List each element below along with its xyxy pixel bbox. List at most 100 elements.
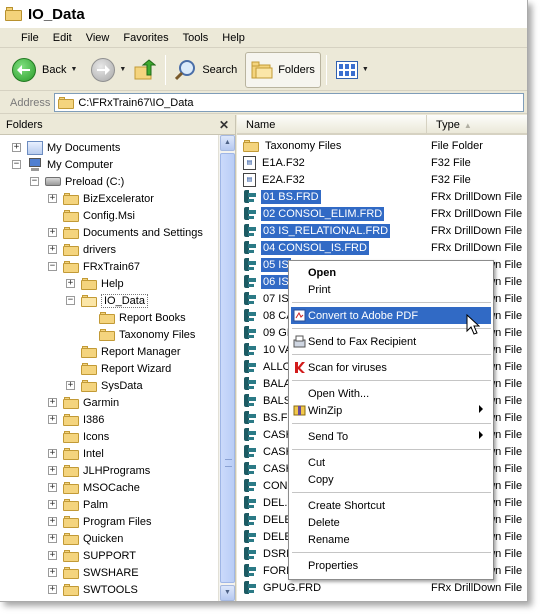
folder-tree-item[interactable]: Report Books	[84, 309, 186, 326]
column-type-header[interactable]: Type ▲	[427, 115, 527, 135]
folder-tree-item[interactable]: Report Wizard	[66, 360, 171, 377]
address-field[interactable]: C:\FRxTrain67\IO_Data	[54, 93, 524, 112]
menu-file[interactable]: File	[14, 29, 46, 47]
folder-tree-item[interactable]: + Program Files	[48, 513, 151, 530]
folder-tree-item[interactable]: − FRxTrain67	[48, 258, 140, 275]
folder-tree-label: Intel	[83, 447, 104, 460]
menu-item-label: Scan for viruses	[308, 361, 387, 374]
file-row[interactable]: 01 BS.FRD FRx DrillDown File	[237, 188, 527, 205]
folder-tree-item[interactable]: + SUPPORT	[48, 547, 136, 564]
folder-tree-item[interactable]: + Documents and Settings	[48, 224, 203, 241]
column-name-header[interactable]: Name	[237, 115, 427, 135]
expand-icon[interactable]: +	[48, 517, 57, 526]
folder-tree-item[interactable]: − IO_Data	[66, 292, 148, 309]
expand-icon[interactable]: +	[48, 449, 57, 458]
folder-tree-item[interactable]: + Quicken	[48, 530, 123, 547]
expand-icon[interactable]: +	[48, 245, 57, 254]
menu-item-send-to[interactable]: Send To	[291, 428, 491, 445]
folder-tree-item[interactable]: Report Manager	[66, 343, 181, 360]
folder-tree-item[interactable]: + Help	[66, 275, 124, 292]
chevron-down-icon[interactable]: ▼	[362, 66, 369, 73]
collapse-icon[interactable]: −	[12, 160, 21, 169]
expand-icon[interactable]: +	[48, 551, 57, 560]
menu-view[interactable]: View	[79, 29, 117, 47]
expand-icon[interactable]: +	[66, 381, 75, 390]
expand-icon[interactable]: +	[48, 568, 57, 577]
file-type: FRx DrillDown File	[431, 224, 523, 237]
up-folder-button[interactable]	[130, 52, 160, 88]
expand-icon[interactable]: +	[48, 398, 57, 407]
menu-item-convert-to-adobe-pdf[interactable]: Convert to Adobe PDF	[291, 307, 491, 324]
expand-icon[interactable]: +	[48, 194, 57, 203]
views-icon	[335, 60, 358, 79]
folder-tree-item[interactable]: + Garmin	[48, 394, 119, 411]
folder-tree-item[interactable]: − Preload (C:)	[30, 173, 124, 190]
expand-icon[interactable]: +	[48, 483, 57, 492]
folder-tree-scrollbar[interactable]: ▲ ▼	[218, 135, 235, 601]
collapse-icon[interactable]: −	[66, 296, 75, 305]
menu-item-open[interactable]: Open	[291, 264, 491, 281]
views-button[interactable]: ▼	[332, 52, 373, 88]
scroll-thumb[interactable]	[220, 153, 235, 583]
folder-tree-item[interactable]: + My Documents	[12, 139, 120, 156]
folder-tree-item[interactable]: + SWSHARE	[48, 564, 139, 581]
folder-tree-item[interactable]: + I386	[48, 411, 104, 428]
menu-item-delete[interactable]: Delete	[291, 514, 491, 531]
file-row[interactable]: 02 CONSOL_ELIM.FRD FRx DrillDown File	[237, 205, 527, 222]
expand-icon[interactable]: +	[48, 228, 57, 237]
menu-tools[interactable]: Tools	[176, 29, 216, 47]
menu-edit[interactable]: Edit	[46, 29, 79, 47]
expand-icon[interactable]: +	[66, 279, 75, 288]
chevron-down-icon[interactable]: ▼	[70, 66, 77, 73]
collapse-icon[interactable]: −	[48, 262, 57, 271]
chevron-down-icon[interactable]: ▼	[119, 66, 126, 73]
folder-tree-item[interactable]: + Palm	[48, 496, 108, 513]
folder-tree-item[interactable]: + SWTOOLS	[48, 581, 138, 598]
menu-item-winzip[interactable]: WinZip	[291, 402, 491, 419]
menu-item-cut[interactable]: Cut	[291, 454, 491, 471]
column-header: Name Type ▲	[237, 115, 527, 135]
folder-tree-item[interactable]: + MSOCache	[48, 479, 140, 496]
file-row[interactable]: Taxonomy Files File Folder	[237, 137, 527, 154]
folder-tree-item[interactable]: + BizExcelerator	[48, 190, 154, 207]
menu-item-scan-for-viruses[interactable]: Scan for viruses	[291, 359, 491, 376]
menu-help[interactable]: Help	[215, 29, 252, 47]
folder-tree-item[interactable]: Config.Msi	[48, 207, 135, 224]
file-row[interactable]: 03 IS_RELATIONAL.FRD FRx DrillDown File	[237, 222, 527, 239]
folder-tree-item[interactable]: + JLHPrograms	[48, 462, 150, 479]
menu-favorites[interactable]: Favorites	[116, 29, 175, 47]
menu-item-print[interactable]: Print	[291, 281, 491, 298]
expand-icon[interactable]: +	[48, 585, 57, 594]
scroll-down-icon[interactable]: ▼	[220, 585, 235, 601]
folders-button[interactable]: Folders	[245, 51, 321, 88]
forward-button[interactable]: ▼	[87, 52, 130, 88]
close-icon[interactable]: ✕	[219, 118, 229, 132]
menu-item-send-to-fax-recipient[interactable]: Send to Fax Recipient	[291, 333, 491, 350]
scroll-up-icon[interactable]: ▲	[220, 135, 235, 151]
menu-item-copy[interactable]: Copy	[291, 471, 491, 488]
folder-tree-item[interactable]: + Intel	[48, 445, 104, 462]
folder-tree-item[interactable]: + SysData	[66, 377, 143, 394]
folder-tree-item[interactable]: Taxonomy Files	[84, 326, 195, 343]
collapse-icon[interactable]: −	[30, 177, 39, 186]
folder-tree-item[interactable]: − My Computer	[12, 156, 113, 173]
file-row[interactable]: ▤ E2A.F32 F32 File	[237, 171, 527, 188]
file-row[interactable]: 04 CONSOL_IS.FRD FRx DrillDown File	[237, 239, 527, 256]
folder-tree-item[interactable]: + drivers	[48, 241, 116, 258]
menu-item-create-shortcut[interactable]: Create Shortcut	[291, 497, 491, 514]
file-row[interactable]: ▤ E1A.F32 F32 File	[237, 154, 527, 171]
expand-icon[interactable]: +	[48, 415, 57, 424]
menu-item-open-with[interactable]: Open With...	[291, 385, 491, 402]
expand-icon[interactable]: +	[48, 466, 57, 475]
menu-item-properties[interactable]: Properties	[291, 557, 491, 574]
file-row[interactable]: GPUG.FRD FRx DrillDown File	[237, 579, 527, 596]
folder-icon	[63, 566, 79, 579]
expand-icon[interactable]: +	[48, 534, 57, 543]
expand-icon[interactable]: +	[12, 143, 21, 152]
folder-tree-item[interactable]: Icons	[48, 428, 109, 445]
title-bar[interactable]: IO_Data	[0, 0, 527, 28]
back-button[interactable]: Back ▼	[8, 52, 81, 88]
menu-item-rename[interactable]: Rename	[291, 531, 491, 548]
search-button[interactable]: Search	[171, 52, 241, 88]
expand-icon[interactable]: +	[48, 500, 57, 509]
